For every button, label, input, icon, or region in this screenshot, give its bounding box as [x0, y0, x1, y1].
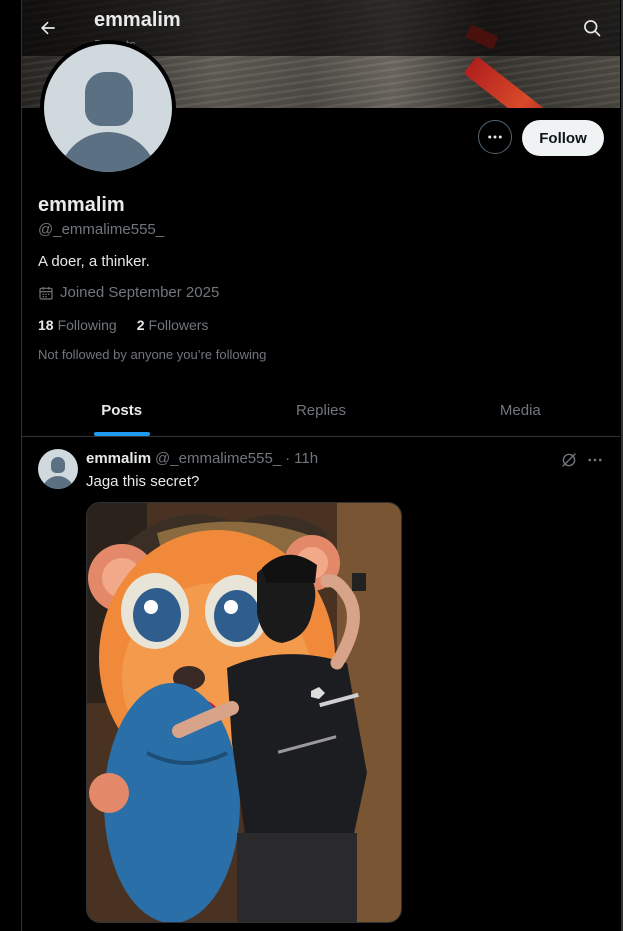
followers-label: Followers: [148, 317, 209, 333]
more-horizontal-icon: [588, 458, 602, 462]
profile-stats: 18 Following 2 Followers: [38, 317, 208, 333]
following-link[interactable]: 18 Following: [38, 317, 117, 333]
tab-replies-label: Replies: [295, 401, 346, 419]
profile-tabs: Posts Replies Media: [22, 384, 620, 437]
profile-bio: A doer, a thinker.: [38, 253, 150, 270]
followed-by-note: Not followed by anyone you’re following: [38, 347, 267, 362]
joined-date-text: Joined September 2025: [60, 284, 220, 301]
arrow-left-icon: [40, 21, 55, 35]
topbar-profile-name: emmalim: [94, 9, 181, 31]
following-count: 18: [38, 317, 54, 333]
avatar-body-shape: [58, 132, 158, 172]
post-avatar-head: [51, 457, 65, 473]
followers-count: 2: [136, 317, 145, 333]
tab-posts[interactable]: Posts: [22, 384, 221, 436]
tab-posts-label: Posts: [101, 401, 143, 419]
active-tab-indicator: [93, 432, 150, 436]
grok-button[interactable]: [558, 449, 580, 471]
grok-icon: [562, 453, 576, 467]
tab-media-label: Media: [499, 401, 541, 419]
tab-media[interactable]: Media: [421, 384, 620, 436]
post-item[interactable]: emmalim @_emmalime555_ · 11h Jaga this s…: [22, 437, 620, 931]
search-icon: [584, 20, 601, 37]
post-avatar-body: [42, 476, 74, 489]
post-more-button[interactable]: [584, 449, 606, 471]
profile-column: emmalim 5 posts Follow emmalim @_emmalim…: [22, 0, 620, 931]
profile-avatar[interactable]: [40, 40, 176, 176]
post-author-name[interactable]: emmalim: [86, 450, 151, 467]
follow-button[interactable]: Follow: [522, 120, 604, 156]
calendar-icon: [39, 286, 53, 300]
mascot-photo: [87, 503, 401, 922]
post-separator: ·: [285, 450, 291, 467]
post-text: Jaga this secret?: [86, 473, 200, 490]
more-horizontal-icon: [488, 135, 502, 139]
followers-link[interactable]: 2 Followers: [137, 317, 209, 333]
following-label: Following: [57, 317, 117, 333]
back-button[interactable]: [34, 14, 62, 42]
avatar-head-shape: [85, 72, 133, 126]
post-image[interactable]: [86, 502, 402, 923]
more-options-button[interactable]: [478, 120, 512, 154]
default-avatar-placeholder: [44, 44, 172, 172]
profile-display-name: emmalim: [38, 194, 125, 216]
joined-date: Joined September 2025: [38, 284, 219, 301]
left-rail: [0, 0, 22, 931]
post-timestamp[interactable]: 11h: [294, 450, 318, 467]
post-author-handle[interactable]: @_emmalime555_: [155, 450, 281, 467]
profile-handle: @_emmalime555_: [38, 221, 165, 238]
post-header: emmalim @_emmalime555_ · 11h: [86, 450, 318, 467]
search-button[interactable]: [578, 14, 606, 42]
tab-replies[interactable]: Replies: [221, 384, 420, 436]
post-author-avatar[interactable]: [38, 449, 78, 489]
